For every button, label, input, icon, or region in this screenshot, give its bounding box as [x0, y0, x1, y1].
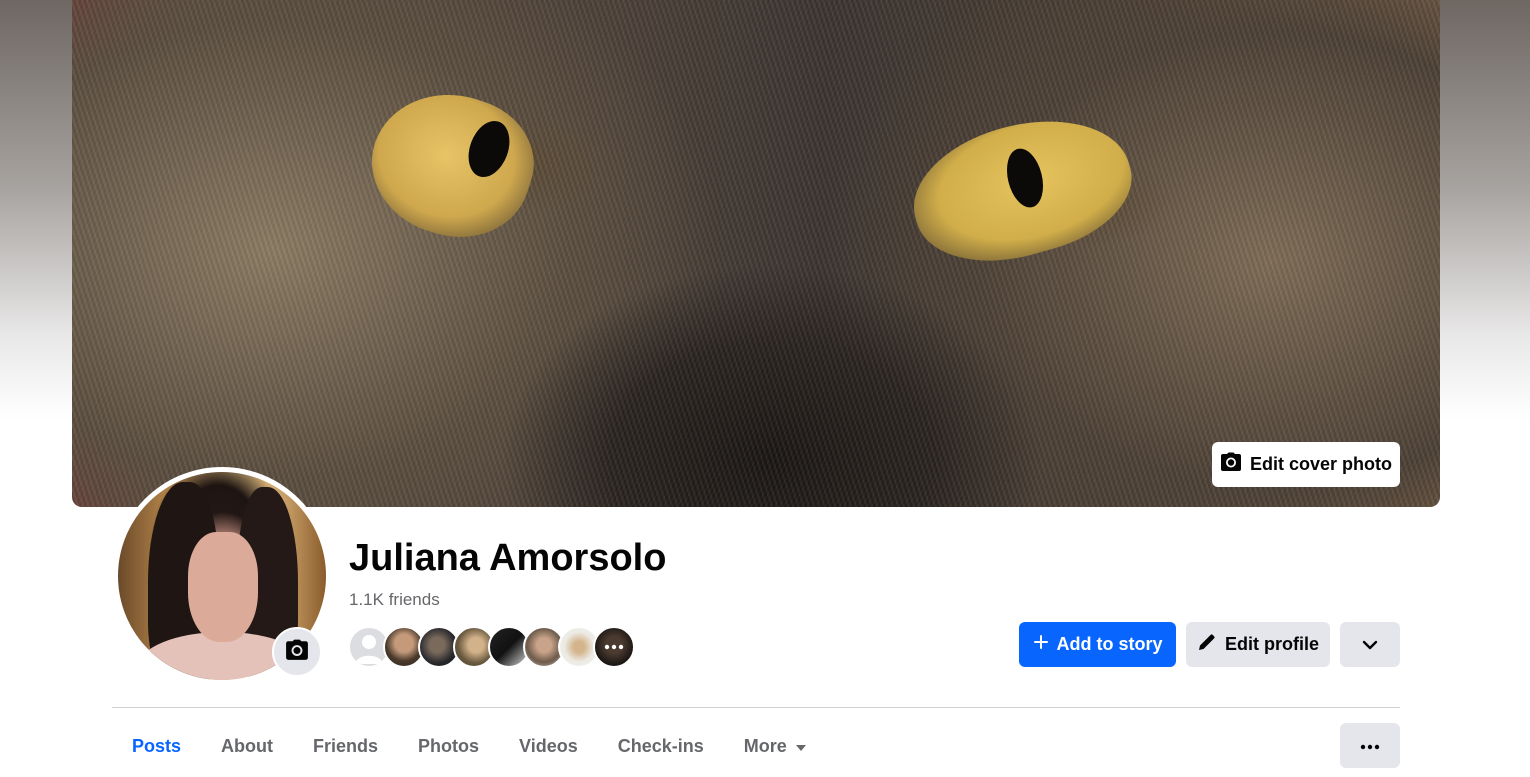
tab-label: More [743, 735, 787, 756]
add-to-story-button[interactable]: Add to story [1019, 622, 1176, 667]
profile-tabs: Posts About Friends Photos Videos Check-… [112, 722, 827, 770]
add-to-story-label: Add to story [1056, 634, 1163, 654]
edit-cover-photo-button[interactable]: Edit cover photo [1212, 442, 1400, 487]
tab-photos[interactable]: Photos [398, 722, 499, 770]
camera-icon [1220, 452, 1242, 477]
camera-icon [285, 639, 309, 666]
edit-profile-label: Edit profile [1225, 634, 1319, 654]
profile-name: Juliana Amorsolo [349, 537, 667, 579]
tab-posts[interactable]: Posts [112, 722, 201, 770]
chevron-down-icon [1362, 634, 1378, 655]
update-profile-picture-button[interactable] [272, 627, 322, 677]
plus-icon [1033, 634, 1049, 655]
caret-down-icon [795, 736, 807, 757]
pencil-icon [1197, 632, 1217, 657]
tabs-overflow-button[interactable] [1340, 723, 1400, 768]
profile-divider [112, 707, 1400, 708]
friend-avatar-more[interactable] [593, 626, 635, 668]
tab-label: Friends [313, 735, 379, 756]
tab-label: Videos [519, 735, 578, 756]
cover-photo[interactable] [72, 0, 1440, 507]
tab-label: Posts [132, 735, 182, 756]
ellipsis-icon [1360, 737, 1380, 755]
cover-left-eye [354, 73, 550, 257]
profile-options-button[interactable] [1340, 622, 1400, 667]
tab-label: Photos [418, 735, 480, 756]
tab-label: About [221, 735, 274, 756]
edit-profile-button[interactable]: Edit profile [1186, 622, 1330, 667]
tab-about[interactable]: About [201, 722, 293, 770]
tab-label: Check-ins [617, 735, 704, 756]
edit-cover-photo-label: Edit cover photo [1249, 454, 1392, 474]
tab-check-ins[interactable]: Check-ins [598, 722, 724, 770]
tab-more[interactable]: More [724, 722, 827, 770]
tab-friends[interactable]: Friends [293, 722, 398, 770]
friends-count-link[interactable]: 1.1K friends [349, 590, 440, 610]
tab-videos[interactable]: Videos [499, 722, 598, 770]
